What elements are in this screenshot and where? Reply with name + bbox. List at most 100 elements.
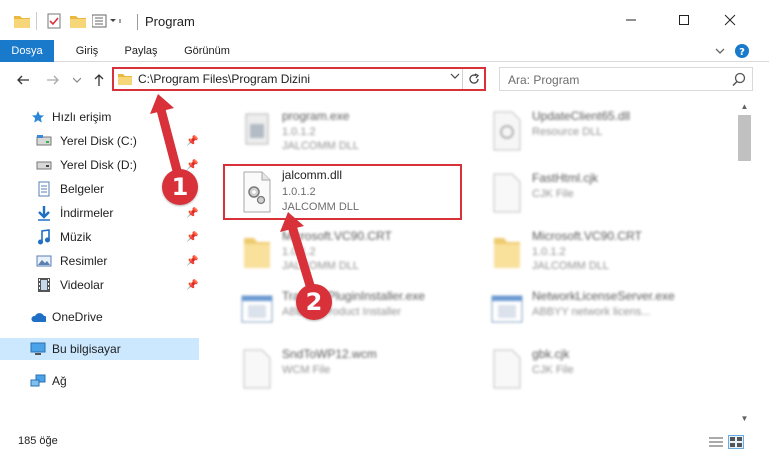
nav-item-videos[interactable]: Videolar 📌 [0,274,200,296]
item-count: 185 öğe [18,435,58,447]
nav-this-pc[interactable]: Bu bilgisayar [0,338,199,360]
nav-item-pictures[interactable]: Resimler 📌 [0,250,200,272]
address-bar[interactable]: C:\Program Files\Program Dizini [112,67,486,91]
nav-label: Yerel Disk (C:) [60,134,137,148]
pin-icon[interactable]: 📌 [186,232,198,243]
navigation-pane: Hızlı erişim Yerel Disk (C:) 📌 Yerel Dis… [0,98,208,427]
nav-label: Videolar [60,278,104,292]
expand-ribbon-icon[interactable] [712,43,728,59]
nav-item-music[interactable]: Müzik 📌 [0,226,200,248]
file-item[interactable]: Microsoft.VC90.CRT 1.0.1.2 JALCOMM DLL [470,222,720,278]
window-title: Program [145,14,195,29]
divider [137,14,138,30]
file-item[interactable]: Microsoft.VC90.CRT 1.0.1.2 JALCOMM DLL [220,222,470,278]
minimize-icon[interactable] [608,0,654,40]
dll-icon [488,108,524,152]
file-name: program.exe [282,109,350,123]
videos-icon [36,277,52,293]
drive-icon [36,157,52,173]
nav-item-downloads[interactable]: İndirmeler 📌 [0,202,200,224]
recent-locations-icon[interactable] [68,71,86,89]
file-item[interactable]: FastHtml.cjk CJK File [470,164,720,220]
highlight-box [223,164,462,220]
file-version: 1.0.1.2 [282,126,316,138]
file-name: gbk.cjk [532,347,570,361]
tab-share[interactable]: Paylaş [116,40,166,62]
pin-icon[interactable]: 📌 [186,256,198,267]
app-window-icon [238,288,274,332]
downloads-icon [36,205,52,221]
file-description: CJK File [532,188,574,200]
nav-quick-access[interactable]: Hızlı erişim [0,106,200,128]
file-name: FastHtml.cjk [532,171,598,185]
file-list: program.exe 1.0.1.2 JALCOMM DLL UpdateCl… [208,98,736,427]
properties-icon[interactable] [46,12,62,30]
file-item[interactable]: program.exe 1.0.1.2 JALCOMM DLL [220,102,470,158]
nav-item-local-disk-c[interactable]: Yerel Disk (C:) 📌 [0,130,200,152]
close-icon[interactable] [707,0,753,40]
details-view-icon[interactable] [708,435,724,449]
music-icon [36,229,52,245]
address-dropdown-icon[interactable] [450,72,460,83]
scroll-down-icon[interactable]: ▼ [736,410,753,427]
generic-file-icon [488,170,524,214]
customize-quick-access-icon[interactable] [92,12,122,30]
title-bar: Program [0,0,769,40]
callout-1: 1 [162,169,198,205]
pin-icon[interactable]: 📌 [186,136,198,147]
ribbon: Dosya Giriş Paylaş Görünüm ? [0,40,769,62]
file-description: ABBYY network licens... [532,306,651,318]
pin-icon[interactable]: 📌 [186,160,198,171]
file-description: CJK File [532,364,574,376]
nav-label: OneDrive [52,310,103,324]
new-folder-icon[interactable] [70,12,86,30]
nav-label: Belgeler [60,182,105,196]
refresh-icon[interactable] [462,69,484,89]
up-icon[interactable] [90,71,108,89]
app-window-icon [488,288,524,332]
nav-onedrive[interactable]: OneDrive [0,306,200,328]
tab-file[interactable]: Dosya [0,40,54,62]
back-icon[interactable] [14,71,32,89]
file-description: JALCOMM DLL [532,260,610,272]
forward-icon[interactable] [44,71,62,89]
svg-text:?: ? [739,47,745,58]
file-item[interactable]: gbk.cjk CJK File [470,340,720,396]
folder-icon [14,12,30,30]
pictures-icon [36,253,52,269]
generic-file-icon [488,346,524,390]
tab-home[interactable]: Giriş [62,40,112,62]
search-icon[interactable] [732,72,746,89]
folder-icon [488,228,524,272]
scroll-up-icon[interactable]: ▲ [736,98,753,115]
onedrive-icon [30,309,46,325]
tiles-view-icon[interactable] [728,435,744,449]
nav-label: Müzik [60,230,92,244]
pin-icon[interactable]: 📌 [186,280,198,291]
folder-icon [118,73,132,88]
file-version: 1.0.1.2 [532,246,566,258]
vertical-scrollbar[interactable]: ▲ ▼ [736,98,753,427]
nav-label: Resimler [60,254,108,268]
file-description: WCM File [282,364,331,376]
exe-icon [238,108,274,152]
address-path: C:\Program Files\Program Dizini [138,72,311,86]
file-item[interactable]: TrackingPluginInstaller.exe ABBYY Produc… [220,282,470,338]
nav-label: Hızlı erişim [52,110,112,124]
pin-icon[interactable]: 📌 [186,208,198,219]
file-version: 1.0.1.2 [282,246,316,258]
nav-label: İndirmeler [60,206,114,220]
file-name: SndToWP12.wcm [282,347,377,361]
file-item[interactable]: SndToWP12.wcm WCM File [220,340,470,396]
scroll-thumb[interactable] [738,115,751,161]
help-icon[interactable]: ? [734,43,750,59]
file-item[interactable]: NetworkLicenseServer.exe ABBYY network l… [470,282,720,338]
maximize-icon[interactable] [661,0,707,40]
search-input[interactable]: Ara: Program [499,67,753,91]
file-name: NetworkLicenseServer.exe [532,289,675,303]
nav-label: Bu bilgisayar [52,342,121,356]
file-item[interactable]: UpdateClient65.dll Resource DLL [470,102,720,158]
tab-view[interactable]: Görünüm [176,40,238,62]
file-name: Microsoft.VC90.CRT [282,229,392,243]
nav-network[interactable]: Ağ [0,370,200,392]
